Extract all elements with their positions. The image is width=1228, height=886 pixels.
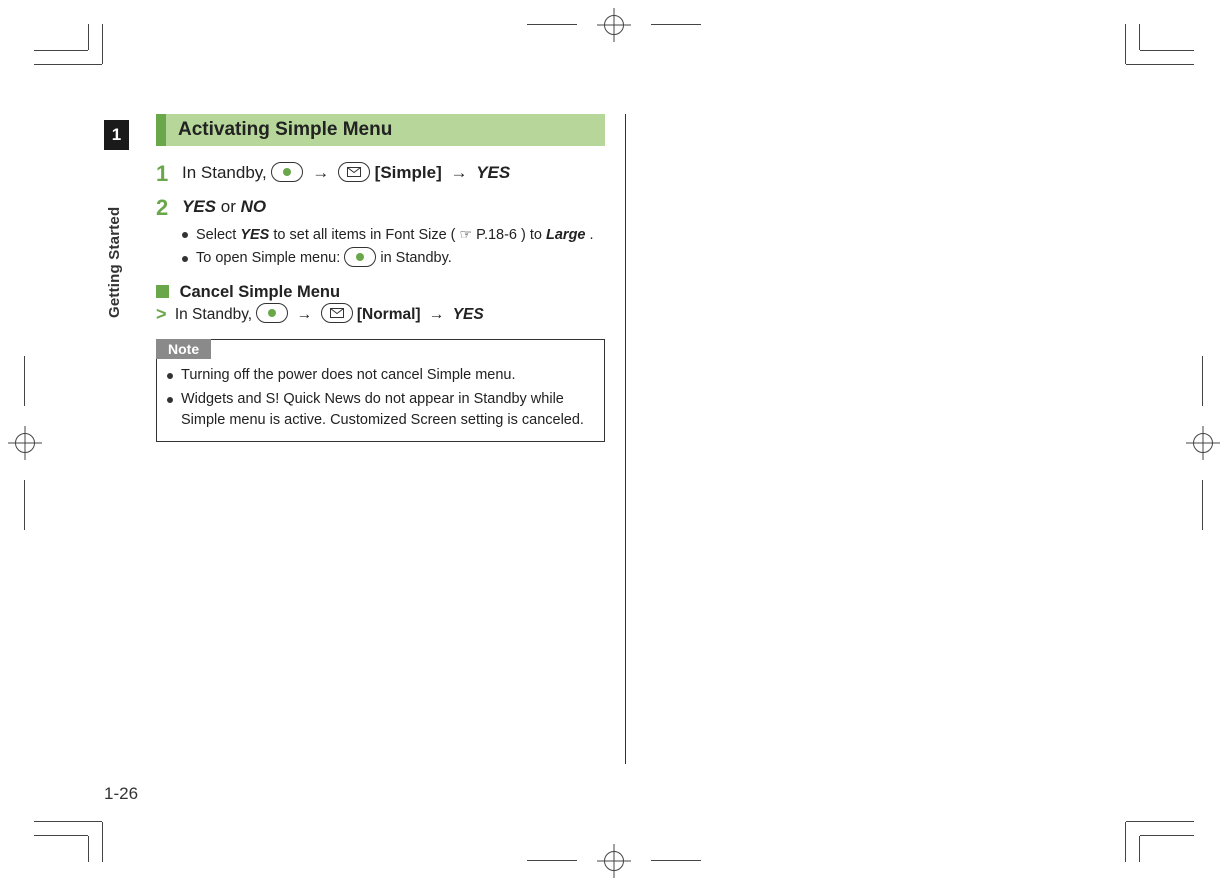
yes-label: YES <box>476 163 510 182</box>
mail-key-icon <box>338 162 370 182</box>
step-number: 1 <box>156 162 182 186</box>
page-number: 1-26 <box>104 784 138 804</box>
left-column: Activating Simple Menu 1 In Standby, → [… <box>156 114 626 764</box>
step-2-bullets: Select YES to set all items in Font Size… <box>182 224 605 269</box>
chapter-tab: 1 <box>104 120 129 150</box>
step-2: 2 YES or NO <box>156 196 605 220</box>
arrow-icon: → <box>446 163 471 182</box>
register-mark-right <box>1186 426 1220 460</box>
register-mark-bottom <box>597 844 631 878</box>
note-list: Turning off the power does not cancel Si… <box>167 365 594 431</box>
arrow-icon: → <box>425 306 449 323</box>
register-mark-left <box>8 426 42 460</box>
mail-key-icon <box>321 303 353 323</box>
right-column <box>656 114 1126 764</box>
hand-pointer-icon: ☞ <box>460 226 473 242</box>
page-content: 1 Getting Started Activating Simple Menu… <box>96 84 1140 804</box>
or-label: or <box>221 197 241 216</box>
center-key-icon <box>271 162 303 182</box>
cancel-title: Cancel Simple Menu <box>180 283 340 301</box>
step-number: 2 <box>156 196 182 220</box>
step-1: 1 In Standby, → [Simple] → YES <box>156 162 605 186</box>
step-body: YES or NO <box>182 196 605 220</box>
square-bullet-icon <box>156 285 169 298</box>
register-mark-top <box>597 8 631 42</box>
cancel-line: > In Standby, → [Normal] → YES <box>156 304 605 325</box>
center-key-icon <box>256 303 288 323</box>
yes-label: YES <box>182 197 216 216</box>
chapter-number: 1 <box>112 125 121 145</box>
note-box: Note Turning off the power does not canc… <box>156 339 605 442</box>
list-item: To open Simple menu: in Standby. <box>182 248 605 269</box>
step-body: In Standby, → [Simple] → YES <box>182 162 605 186</box>
arrow-icon: → <box>293 306 317 323</box>
chevron-icon: > <box>156 304 171 324</box>
text: In Standby, <box>182 163 271 182</box>
section-heading: Activating Simple Menu <box>156 114 605 146</box>
cancel-heading: Cancel Simple Menu <box>156 283 605 302</box>
page-sheet: 1 Getting Started Activating Simple Menu… <box>0 0 1228 886</box>
list-item: Widgets and S! Quick News do not appear … <box>167 389 594 431</box>
bracket-label: [Simple] <box>375 163 442 182</box>
chapter-side-title: Getting Started <box>106 158 130 318</box>
no-label: NO <box>241 197 267 216</box>
list-item: Turning off the power does not cancel Si… <box>167 365 594 386</box>
list-item: Select YES to set all items in Font Size… <box>182 224 605 246</box>
arrow-icon: → <box>308 163 333 182</box>
center-key-icon <box>344 247 376 267</box>
note-tab: Note <box>156 339 211 359</box>
